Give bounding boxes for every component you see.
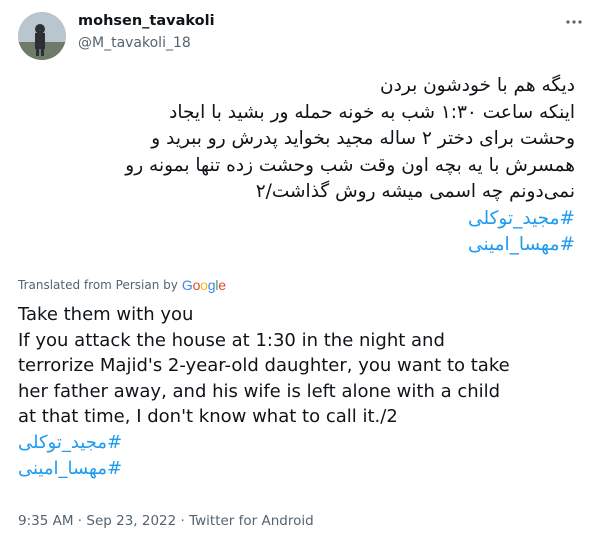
translation-line: terrorize Majid's 2-year-old daughter, y… xyxy=(18,355,510,377)
tweet-source[interactable]: Twitter for Android xyxy=(189,513,314,529)
user-avatar[interactable] xyxy=(18,12,66,60)
tweet-text-line: همسرش با یه بچه اون وقت شب وحشت زده تنها… xyxy=(125,154,575,176)
author-display-name[interactable]: mohsen_tavakoli xyxy=(78,13,215,29)
translation-line: If you attack the house at 1:30 in the n… xyxy=(18,329,445,351)
tweet-meta: 9:35 AM · Sep 23, 2022 · Twitter for And… xyxy=(18,513,314,529)
hashtag-link[interactable]: #مجید_توکلی xyxy=(18,430,588,456)
meta-separator: · xyxy=(73,513,87,529)
hashtag-link[interactable]: #مهسا_امینی xyxy=(18,456,588,482)
translation-line: Take them with you xyxy=(18,304,194,325)
translation-label: Translated from Persian by xyxy=(18,278,178,292)
translation-line: her father away, and his wife is left al… xyxy=(18,380,501,402)
tweet-text: دیگه هم با خودشون بردن اینکه ساعت ۱:۳۰ ش… xyxy=(20,73,575,259)
google-logo[interactable]: Google xyxy=(182,277,226,293)
more-options-button[interactable] xyxy=(560,10,588,38)
tweet-date[interactable]: Sep 23, 2022 xyxy=(86,513,176,529)
hashtag-link[interactable]: #مهسا_امینی xyxy=(20,232,575,259)
tweet-text-line: دیگه هم با خودشون بردن xyxy=(380,75,575,96)
hashtag-link[interactable]: #مجید_توکلی xyxy=(20,206,575,233)
translation-attribution: Translated from Persian by Google xyxy=(18,277,226,293)
tweet-time[interactable]: 9:35 AM xyxy=(18,513,74,529)
translation-line: at that time, I don't know what to call … xyxy=(18,406,398,428)
tweet-text-line: اینکه ساعت ۱:۳۰ شب به خونه حمله ور بشید … xyxy=(169,101,575,123)
meta-separator: · xyxy=(176,513,190,529)
tweet-text-line: نمی‌دونم چه اسمی میشه روش گذاشت/۲ xyxy=(255,181,575,202)
tweet-text-line: وحشت برای دختر ۲ ساله مجید بخواید پدرش ر… xyxy=(151,128,575,149)
more-horizontal-icon xyxy=(565,13,583,35)
translated-text: Take them with you If you attack the hou… xyxy=(18,302,588,481)
author-handle[interactable]: @M_tavakoli_18 xyxy=(78,35,191,51)
